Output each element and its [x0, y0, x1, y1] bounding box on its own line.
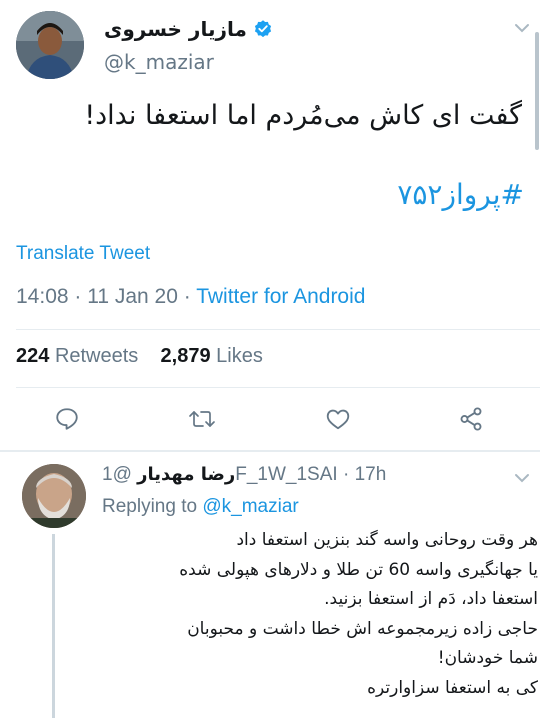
chevron-down-icon[interactable] [512, 18, 532, 38]
action-bar [0, 400, 540, 436]
display-name[interactable]: مازیار خسروی [104, 17, 247, 41]
reply-display-name[interactable]: رضا مهدیار [137, 464, 235, 485]
retweets-count[interactable]: 224 [16, 345, 49, 367]
hashtag-link[interactable]: #پرواز۷۵۲ [397, 178, 524, 211]
tweet-date: 11 Jan 20 [87, 285, 178, 308]
tweet-source-link[interactable]: Twitter for Android [196, 285, 365, 308]
reply-text-line: یا جهانگیری واسه 60 تن طلا و دلارهای هپو… [179, 559, 538, 580]
meta-separator: · [342, 464, 355, 485]
chevron-down-icon[interactable] [512, 468, 532, 488]
tweet-time: 14:08 [16, 285, 69, 308]
meta-separator: · [74, 285, 88, 308]
verified-badge-icon [254, 20, 271, 38]
reply-avatar-photo [22, 464, 86, 528]
reply-text: هر وقت روحانی واسه گند بنزین استعفا داد … [102, 526, 538, 703]
tweet-meta: 14:08 · 11 Jan 20 · Twitter for Android [16, 285, 365, 309]
reply-header[interactable]: رضا مهدیار @1F_1W_1SAI · 17h [102, 464, 502, 492]
like-button[interactable] [323, 404, 353, 434]
retweet-button[interactable] [187, 404, 217, 434]
divider [16, 329, 540, 330]
reply-text-line: کی به استعفا سزاوارتره [367, 677, 538, 698]
tweet-stats: 224 Retweets 2,879 Likes [16, 345, 263, 368]
reply-button[interactable] [52, 404, 82, 434]
likes-count[interactable]: 2,879 [161, 345, 211, 367]
author-block[interactable]: مازیار خسروی @k_maziar [104, 12, 273, 74]
reply-text-line: استعفا داد، دَم از استعفا بزنید. [324, 589, 538, 609]
handle[interactable]: @k_maziar [104, 50, 273, 74]
avatar[interactable] [16, 11, 84, 79]
translate-tweet-link[interactable]: Translate Tweet [16, 243, 150, 265]
reply-time[interactable]: 17h [355, 464, 387, 485]
reply-text-line: شما خودشان! [437, 648, 538, 668]
share-button[interactable] [456, 404, 486, 434]
thread-line [52, 534, 55, 718]
tweet-text: گفت ای کاش می‌مُردم اما استعفا نداد! [84, 100, 522, 131]
reply-text-line: هر وقت روحانی واسه گند بنزین استعفا داد [236, 530, 538, 550]
reply-icon [56, 408, 78, 430]
replying-to-label: Replying to [102, 496, 198, 517]
share-icon [460, 407, 482, 431]
replying-to-handle-link[interactable]: @k_maziar [202, 496, 298, 517]
replying-to: Replying to @k_maziar [102, 496, 299, 518]
main-tweet: مازیار خسروی @k_maziar گفت ای کاش می‌مُر… [0, 0, 540, 450]
likes-label[interactable]: Likes [216, 345, 263, 367]
avatar-photo [16, 11, 84, 79]
meta-separator: · [183, 285, 197, 308]
reply-text-line: حاجی زاده زیرمجموعه اش خطا داشت و محبوبا… [187, 618, 538, 639]
like-icon [326, 409, 350, 430]
reply-avatar[interactable] [22, 464, 86, 528]
divider [16, 387, 540, 388]
reply-tweet[interactable]: رضا مهدیار @1F_1W_1SAI · 17h Replying to… [0, 452, 540, 718]
retweet-icon [189, 411, 215, 427]
tweet-header: مازیار خسروی @k_maziar [16, 8, 532, 88]
retweets-label[interactable]: Retweets [55, 345, 138, 367]
